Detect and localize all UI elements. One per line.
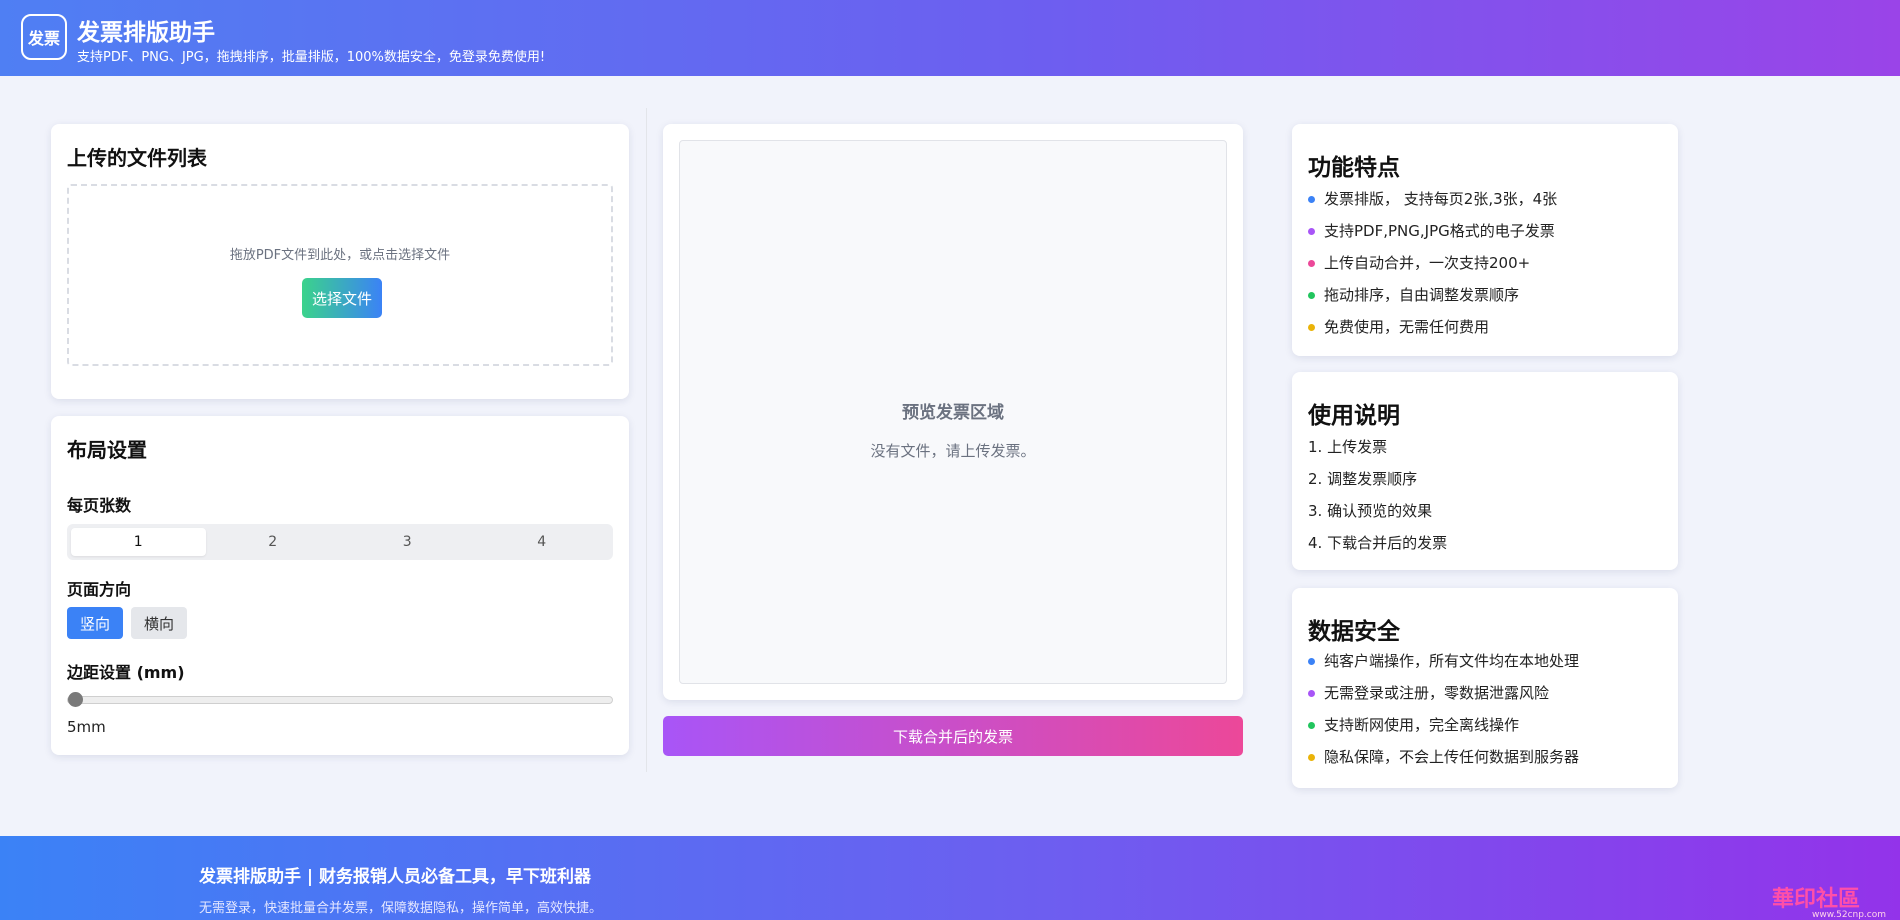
instructions-title: 使用说明 <box>1308 403 1400 429</box>
preview-area: 预览发票区域 没有文件，请上传发票。 <box>679 140 1227 684</box>
bullet-dot <box>1308 722 1315 729</box>
preview-card: 预览发票区域 没有文件，请上传发票。 <box>663 124 1243 700</box>
list-item: 2. 调整发票顺序 <box>1308 470 1418 488</box>
portrait-button[interactable]: 竖向 <box>67 607 123 639</box>
list-item: 3. 确认预览的效果 <box>1308 502 1433 520</box>
list-item: 免费使用，无需任何费用 <box>1308 316 1557 348</box>
margin-slider-thumb[interactable] <box>68 692 83 707</box>
page-footer: 发票排版助手 | 财务报销人员必备工具，早下班利器 无需登录，快速批量合并发票，… <box>0 836 1900 920</box>
bullet-dot <box>1308 658 1315 665</box>
bullet-dot <box>1308 690 1315 697</box>
preview-title: 预览发票区域 <box>902 403 1004 423</box>
footer-subtitle: 无需登录，快速批量合并发票，保障数据隐私，操作简单，高效快捷。 <box>199 901 603 916</box>
per-page-option-4[interactable]: 4 <box>475 528 610 556</box>
features-title: 功能特点 <box>1308 155 1400 181</box>
app-title: 发票排版助手 <box>77 20 215 46</box>
layout-settings-card: 布局设置 每页张数 1 2 3 4 页面方向 竖向 横向 边距设置 (mm) 5… <box>51 416 629 755</box>
watermark-url: www.52cnp.com <box>1812 910 1887 920</box>
bullet-dot <box>1308 292 1315 299</box>
app-logo: 发票 <box>21 14 67 60</box>
per-page-selector: 1 2 3 4 <box>67 524 613 560</box>
list-item: 无需登录或注册，零数据泄露风险 <box>1308 682 1579 714</box>
margin-slider-track[interactable] <box>67 696 613 704</box>
security-title: 数据安全 <box>1308 619 1400 645</box>
list-item: 纯客户端操作，所有文件均在本地处理 <box>1308 650 1579 682</box>
list-item: 支持断网使用，完全离线操作 <box>1308 714 1579 746</box>
preview-empty-text: 没有文件，请上传发票。 <box>870 442 1036 460</box>
bullet-dot <box>1308 260 1315 267</box>
per-page-option-3[interactable]: 3 <box>340 528 475 556</box>
instructions-list: 1. 上传发票 2. 调整发票顺序 3. 确认预览的效果 4. 下载合并后的发票 <box>1308 436 1447 564</box>
margin-value: 5mm <box>67 718 106 736</box>
dropzone-hint: 拖放PDF文件到此处，或点击选择文件 <box>229 248 451 263</box>
bullet-dot <box>1308 196 1315 203</box>
orientation-label: 页面方向 <box>67 580 132 599</box>
per-page-option-1[interactable]: 1 <box>71 528 206 556</box>
bullet-dot <box>1308 324 1315 331</box>
security-card: 数据安全 纯客户端操作，所有文件均在本地处理 无需登录或注册，零数据泄露风险 支… <box>1292 588 1678 788</box>
upload-card: 上传的文件列表 拖放PDF文件到此处，或点击选择文件 选择文件 <box>51 124 629 399</box>
footer-title: 发票排版助手 | 财务报销人员必备工具，早下班利器 <box>199 867 592 887</box>
list-item: 隐私保障，不会上传任何数据到服务器 <box>1308 746 1579 778</box>
landscape-button[interactable]: 横向 <box>131 607 187 639</box>
list-item: 4. 下载合并后的发票 <box>1308 534 1448 552</box>
bullet-dot <box>1308 754 1315 761</box>
security-list: 纯客户端操作，所有文件均在本地处理 无需登录或注册，零数据泄露风险 支持断网使用… <box>1308 650 1579 778</box>
list-item: 1. 上传发票 <box>1308 438 1388 456</box>
list-item: 发票排版， 支持每页2张,3张，4张 <box>1308 188 1557 220</box>
file-dropzone[interactable]: 拖放PDF文件到此处，或点击选择文件 选择文件 <box>67 184 613 366</box>
features-card: 功能特点 发票排版， 支持每页2张,3张，4张 支持PDF,PNG,JPG格式的… <box>1292 124 1678 356</box>
watermark-logo: 華印社區 <box>1772 886 1861 912</box>
app-subtitle: 支持PDF、PNG、JPG，拖拽排序，批量排版，100%数据安全，免登录免费使用… <box>77 50 546 65</box>
bullet-dot <box>1308 228 1315 235</box>
download-merged-button[interactable]: 下载合并后的发票 <box>663 716 1243 756</box>
list-item: 拖动排序，自由调整发票顺序 <box>1308 284 1557 316</box>
instructions-card: 使用说明 1. 上传发票 2. 调整发票顺序 3. 确认预览的效果 4. 下载合… <box>1292 372 1678 570</box>
app-header: 发票 发票排版助手 支持PDF、PNG、JPG，拖拽排序，批量排版，100%数据… <box>0 0 1900 76</box>
margin-label: 边距设置 (mm) <box>67 663 185 682</box>
layout-card-title: 布局设置 <box>67 438 147 462</box>
column-divider <box>646 108 647 772</box>
choose-file-button[interactable]: 选择文件 <box>302 278 382 318</box>
features-list: 发票排版， 支持每页2张,3张，4张 支持PDF,PNG,JPG格式的电子发票 … <box>1308 188 1557 348</box>
per-page-option-2[interactable]: 2 <box>206 528 341 556</box>
list-item: 支持PDF,PNG,JPG格式的电子发票 <box>1308 220 1557 252</box>
per-page-label: 每页张数 <box>67 496 132 515</box>
upload-card-title: 上传的文件列表 <box>67 146 207 170</box>
list-item: 上传自动合并，一次支持200+ <box>1308 252 1557 284</box>
